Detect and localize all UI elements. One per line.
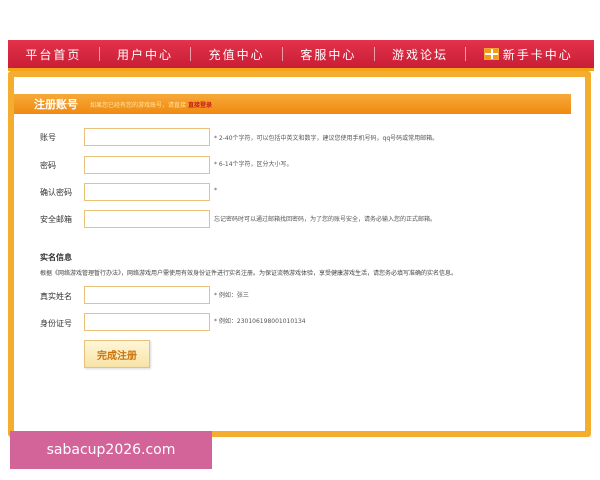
direct-login-link[interactable]: 直接登录 [188,100,212,109]
confirm-password-input[interactable] [84,183,210,201]
password-label: 密码 [40,161,56,170]
registration-panel [8,71,591,437]
realname-section-title: 实名信息 [40,253,72,262]
id-number-label: 身份证号 [40,319,72,328]
nav-newbie-label: 新手卡中心 [502,47,573,62]
nav-item-user-center[interactable]: 用户中心 [100,46,191,63]
confirm-password-label: 确认密码 [40,188,72,197]
id-number-input[interactable] [84,313,210,331]
email-input[interactable] [84,210,210,228]
real-name-input[interactable] [84,286,210,304]
account-tip: * 2-40个字符，可以包括中英文和数字，建议您使用手机号码，qq号码或常用邮箱… [214,135,439,142]
top-nav: 平台首页 用户中心 充值中心 客服中心 游戏论坛 新手卡中心 [8,40,594,71]
login-hint: 如果您已经有您的游戏账号，请直接 [90,101,187,109]
password-input[interactable] [84,156,210,174]
id-number-tip: * 例如：230106198001010134 [214,318,306,325]
complete-registration-button[interactable]: 完成注册 [84,340,150,368]
nav-item-forum[interactable]: 游戏论坛 [375,46,466,63]
account-input[interactable] [84,128,210,146]
page-title: 注册账号 [34,98,78,111]
nav-item-home[interactable]: 平台首页 [8,46,99,63]
email-label: 安全邮箱 [40,215,72,224]
registration-title-bar: 注册账号 如果您已经有您的游戏账号，请直接 直接登录 [14,94,571,114]
confirm-password-tip: * [214,187,217,194]
nav-item-newbie-card[interactable]: 新手卡中心 [466,46,594,63]
real-name-tip: * 例如：张三 [214,292,249,299]
email-tip: 忘记密码时可以通过邮箱找回密码，为了您的账号安全，请务必输入您的正式邮箱。 [214,216,437,223]
watermark: sabacup2026.com [10,431,212,469]
realname-section-desc: 根据《网络游戏管理暂行办法》，网络游戏用户需使用有效身份证件进行实名注册。为保证… [40,270,458,277]
gift-icon [483,48,499,60]
nav-item-recharge[interactable]: 充值中心 [191,46,282,63]
real-name-label: 真实姓名 [40,292,72,301]
account-label: 账号 [40,133,56,142]
password-tip: * 6-14个字符，区分大小写。 [214,161,293,168]
nav-item-support[interactable]: 客服中心 [283,46,374,63]
